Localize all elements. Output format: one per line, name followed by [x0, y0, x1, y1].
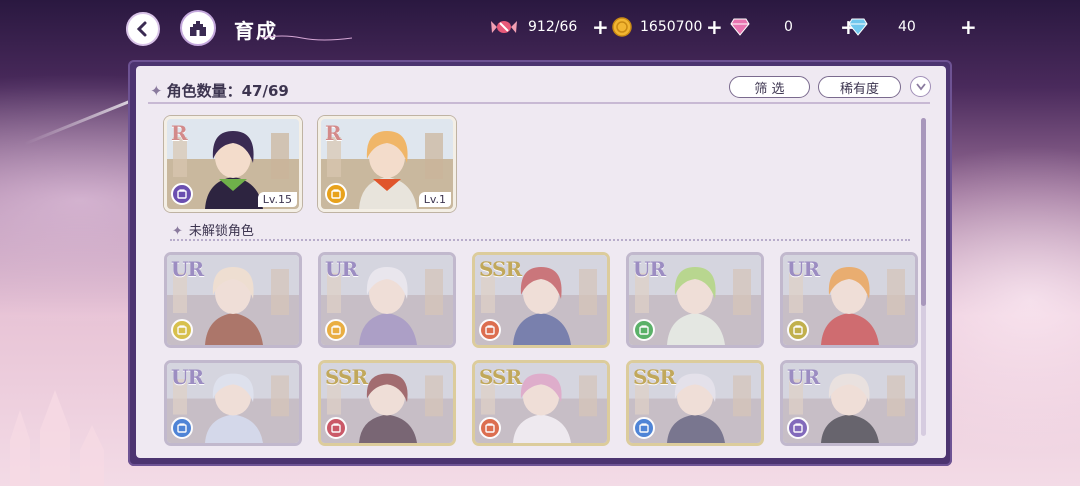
section-divider — [170, 239, 910, 241]
pink-diamond-icon — [730, 18, 750, 36]
header-divider — [148, 102, 930, 104]
level-label: Lv.15 — [257, 192, 297, 207]
sparkle-icon: ✦ — [172, 224, 183, 239]
locked-character-card[interactable]: UR — [164, 360, 302, 446]
sort-order-toggle[interactable] — [910, 76, 931, 97]
rarity-badge: SSR — [633, 365, 676, 389]
locked-character-card[interactable]: SSR — [472, 360, 610, 446]
rarity-badge: UR — [633, 257, 666, 281]
attribute-icon — [787, 417, 809, 439]
rarity-badge: R — [171, 121, 188, 145]
attribute-icon — [479, 417, 501, 439]
title-script-decoration — [262, 35, 352, 41]
home-button[interactable] — [180, 10, 216, 46]
attribute-icon — [325, 319, 347, 341]
locked-character-card[interactable]: SSR — [626, 360, 764, 446]
locked-character-card[interactable]: SSR — [318, 360, 456, 446]
locked-character-card[interactable]: UR — [780, 252, 918, 348]
attribute-icon — [325, 417, 347, 439]
filter-button[interactable]: 筛 选 — [729, 76, 810, 98]
rarity-badge: SSR — [325, 365, 368, 389]
rarity-badge: UR — [171, 257, 204, 281]
attribute-icon — [171, 183, 193, 205]
locked-character-card[interactable]: UR — [626, 252, 764, 348]
character-count-value: 47/69 — [241, 82, 289, 100]
locked-character-card[interactable]: SSR — [472, 252, 610, 348]
resource-blue-diamond: 40 + — [848, 15, 977, 39]
back-arrow-icon — [136, 21, 147, 37]
castle-silhouette — [10, 390, 104, 486]
attribute-icon — [171, 319, 193, 341]
resource-gold: 1650700 + — [612, 15, 723, 39]
locked-section-label: 未解锁角色 — [188, 224, 254, 239]
chevron-down-icon — [915, 82, 926, 90]
attribute-icon — [633, 417, 655, 439]
character-count-label: 角色数量： — [166, 82, 242, 100]
resource-pink-diamond: 0 + — [730, 15, 857, 39]
character-count: ✦ 角色数量：47/69 — [150, 80, 289, 101]
rarity-badge: SSR — [479, 257, 522, 281]
attribute-icon — [479, 319, 501, 341]
rarity-badge: UR — [171, 365, 204, 389]
castle-home-icon — [190, 21, 206, 36]
top-bar: 育成 912/66 + 1650700 + 0 + 40 + — [0, 0, 1080, 56]
attribute-icon — [633, 319, 655, 341]
rarity-badge: UR — [787, 365, 820, 389]
rarity-badge: UR — [325, 257, 358, 281]
level-label: Lv.1 — [418, 192, 451, 207]
gold-coin-icon — [612, 17, 632, 37]
back-button[interactable] — [126, 12, 160, 46]
resource-candy: 912/66 + — [490, 15, 609, 39]
locked-section-header: ✦ 未解锁角色 — [172, 220, 254, 239]
rarity-badge: R — [325, 121, 342, 145]
sparkle-icon: ✦ — [150, 82, 163, 100]
locked-character-card[interactable]: UR — [164, 252, 302, 348]
locked-character-card[interactable]: UR — [318, 252, 456, 348]
candy-icon — [491, 21, 517, 33]
add-candy-button[interactable]: + — [592, 17, 609, 37]
pink-diamond-value: 0 — [784, 19, 793, 35]
add-gold-button[interactable]: + — [706, 17, 723, 37]
attribute-icon — [325, 183, 347, 205]
rarity-badge: SSR — [479, 365, 522, 389]
locked-character-card[interactable]: UR — [780, 360, 918, 446]
add-blue-diamond-button[interactable]: + — [960, 17, 977, 37]
attribute-icon — [171, 417, 193, 439]
blue-diamond-value: 40 — [898, 19, 916, 35]
list-scrollbar-thumb[interactable] — [921, 118, 926, 306]
attribute-icon — [787, 319, 809, 341]
blue-diamond-icon — [848, 18, 868, 36]
owned-character-card[interactable]: R Lv.1 — [318, 116, 456, 212]
rarity-badge: UR — [787, 257, 820, 281]
owned-character-card[interactable]: R Lv.15 — [164, 116, 302, 212]
sort-rarity-button[interactable]: 稀有度 — [818, 76, 901, 98]
gold-value: 1650700 — [640, 19, 703, 35]
candy-value: 912/66 — [528, 19, 578, 35]
